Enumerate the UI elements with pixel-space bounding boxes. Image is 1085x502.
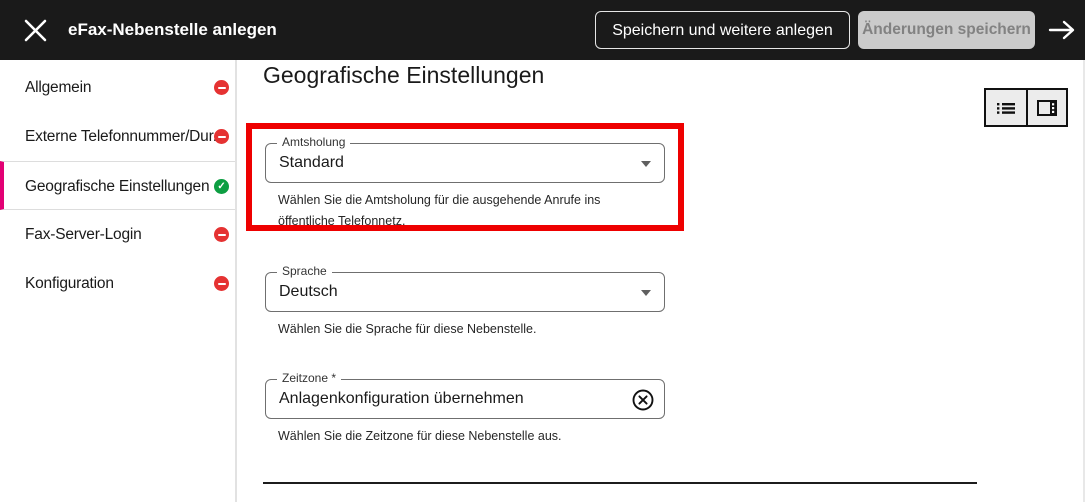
- helper-text: Wählen Sie die Zeitzone für diese Nebens…: [278, 429, 562, 443]
- minus-circle-icon: [214, 80, 229, 95]
- amtsholung-select[interactable]: Amtsholung Standard: [265, 135, 665, 183]
- sprache-select[interactable]: Sprache Deutsch: [265, 264, 665, 312]
- field-group-amtsholung: Amtsholung Standard Wählen Sie die Amtsh…: [265, 135, 665, 231]
- clear-circle-icon[interactable]: [631, 388, 655, 412]
- save-and-create-button[interactable]: Speichern und weitere anlegen: [595, 11, 850, 49]
- sidebar-item-allgemein[interactable]: Allgemein: [0, 63, 235, 112]
- page-title: Geografische Einstellungen: [263, 62, 545, 88]
- sidebar-item-externe-telefonnummer[interactable]: Externe Telefonnummer/Dur...: [0, 112, 235, 161]
- helper-text: Wählen Sie die Sprache für diese Nebenst…: [278, 322, 537, 336]
- check-circle-icon: [214, 179, 229, 194]
- zeitzone-input[interactable]: Zeitzone * Anlagenkonfiguration übernehm…: [265, 371, 665, 419]
- sidebar-item-geografische-einstellungen[interactable]: Geografische Einstellungen: [0, 161, 235, 210]
- field-value: Deutsch: [279, 283, 338, 300]
- view-toggle-group: [984, 88, 1068, 127]
- field-group-zeitzone: Zeitzone * Anlagenkonfiguration übernehm…: [265, 371, 665, 447]
- dialog-header: eFax-Nebenstelle anlegen Speichern und w…: [0, 0, 1085, 60]
- dialog-title: eFax-Nebenstelle anlegen: [68, 20, 277, 39]
- detail-view-icon[interactable]: [1026, 90, 1066, 125]
- field-group-sprache: Sprache Deutsch Wählen Sie die Sprache f…: [265, 264, 665, 340]
- sidebar-item-konfiguration[interactable]: Konfiguration: [0, 259, 235, 308]
- chevron-down-icon[interactable]: [641, 161, 651, 167]
- sidebar-item-label: Allgemein: [25, 79, 92, 96]
- sidebar-item-label: Fax-Server-Login: [25, 226, 142, 243]
- efax-create-dialog: eFax-Nebenstelle anlegen Speichern und w…: [0, 0, 1085, 502]
- minus-circle-icon: [214, 129, 229, 144]
- field-value: Standard: [279, 154, 344, 171]
- list-view-icon[interactable]: [986, 90, 1026, 125]
- helper-text: Wählen Sie die Amtsholung für die ausgeh…: [278, 193, 601, 228]
- field-value: Anlagenkonfiguration übernehmen: [279, 390, 524, 407]
- arrow-right-icon[interactable]: [1047, 16, 1077, 44]
- chevron-down-icon[interactable]: [641, 290, 651, 296]
- minus-circle-icon: [214, 276, 229, 291]
- sidebar-item-label: Externe Telefonnummer/Dur...: [25, 128, 226, 145]
- main-panel: Geografische Einstellungen Amtsholung St…: [238, 60, 1085, 502]
- sidebar-item-label: Konfiguration: [25, 275, 114, 292]
- minus-circle-icon: [214, 227, 229, 242]
- sidebar-item-label: Geografische Einstellungen: [25, 178, 210, 195]
- save-changes-button[interactable]: Änderungen speichern: [858, 11, 1035, 49]
- step-sidebar: Allgemein Externe Telefonnummer/Dur... G…: [0, 60, 237, 502]
- close-icon[interactable]: [22, 17, 49, 44]
- sidebar-item-fax-server-login[interactable]: Fax-Server-Login: [0, 210, 235, 259]
- section-divider: [263, 482, 977, 484]
